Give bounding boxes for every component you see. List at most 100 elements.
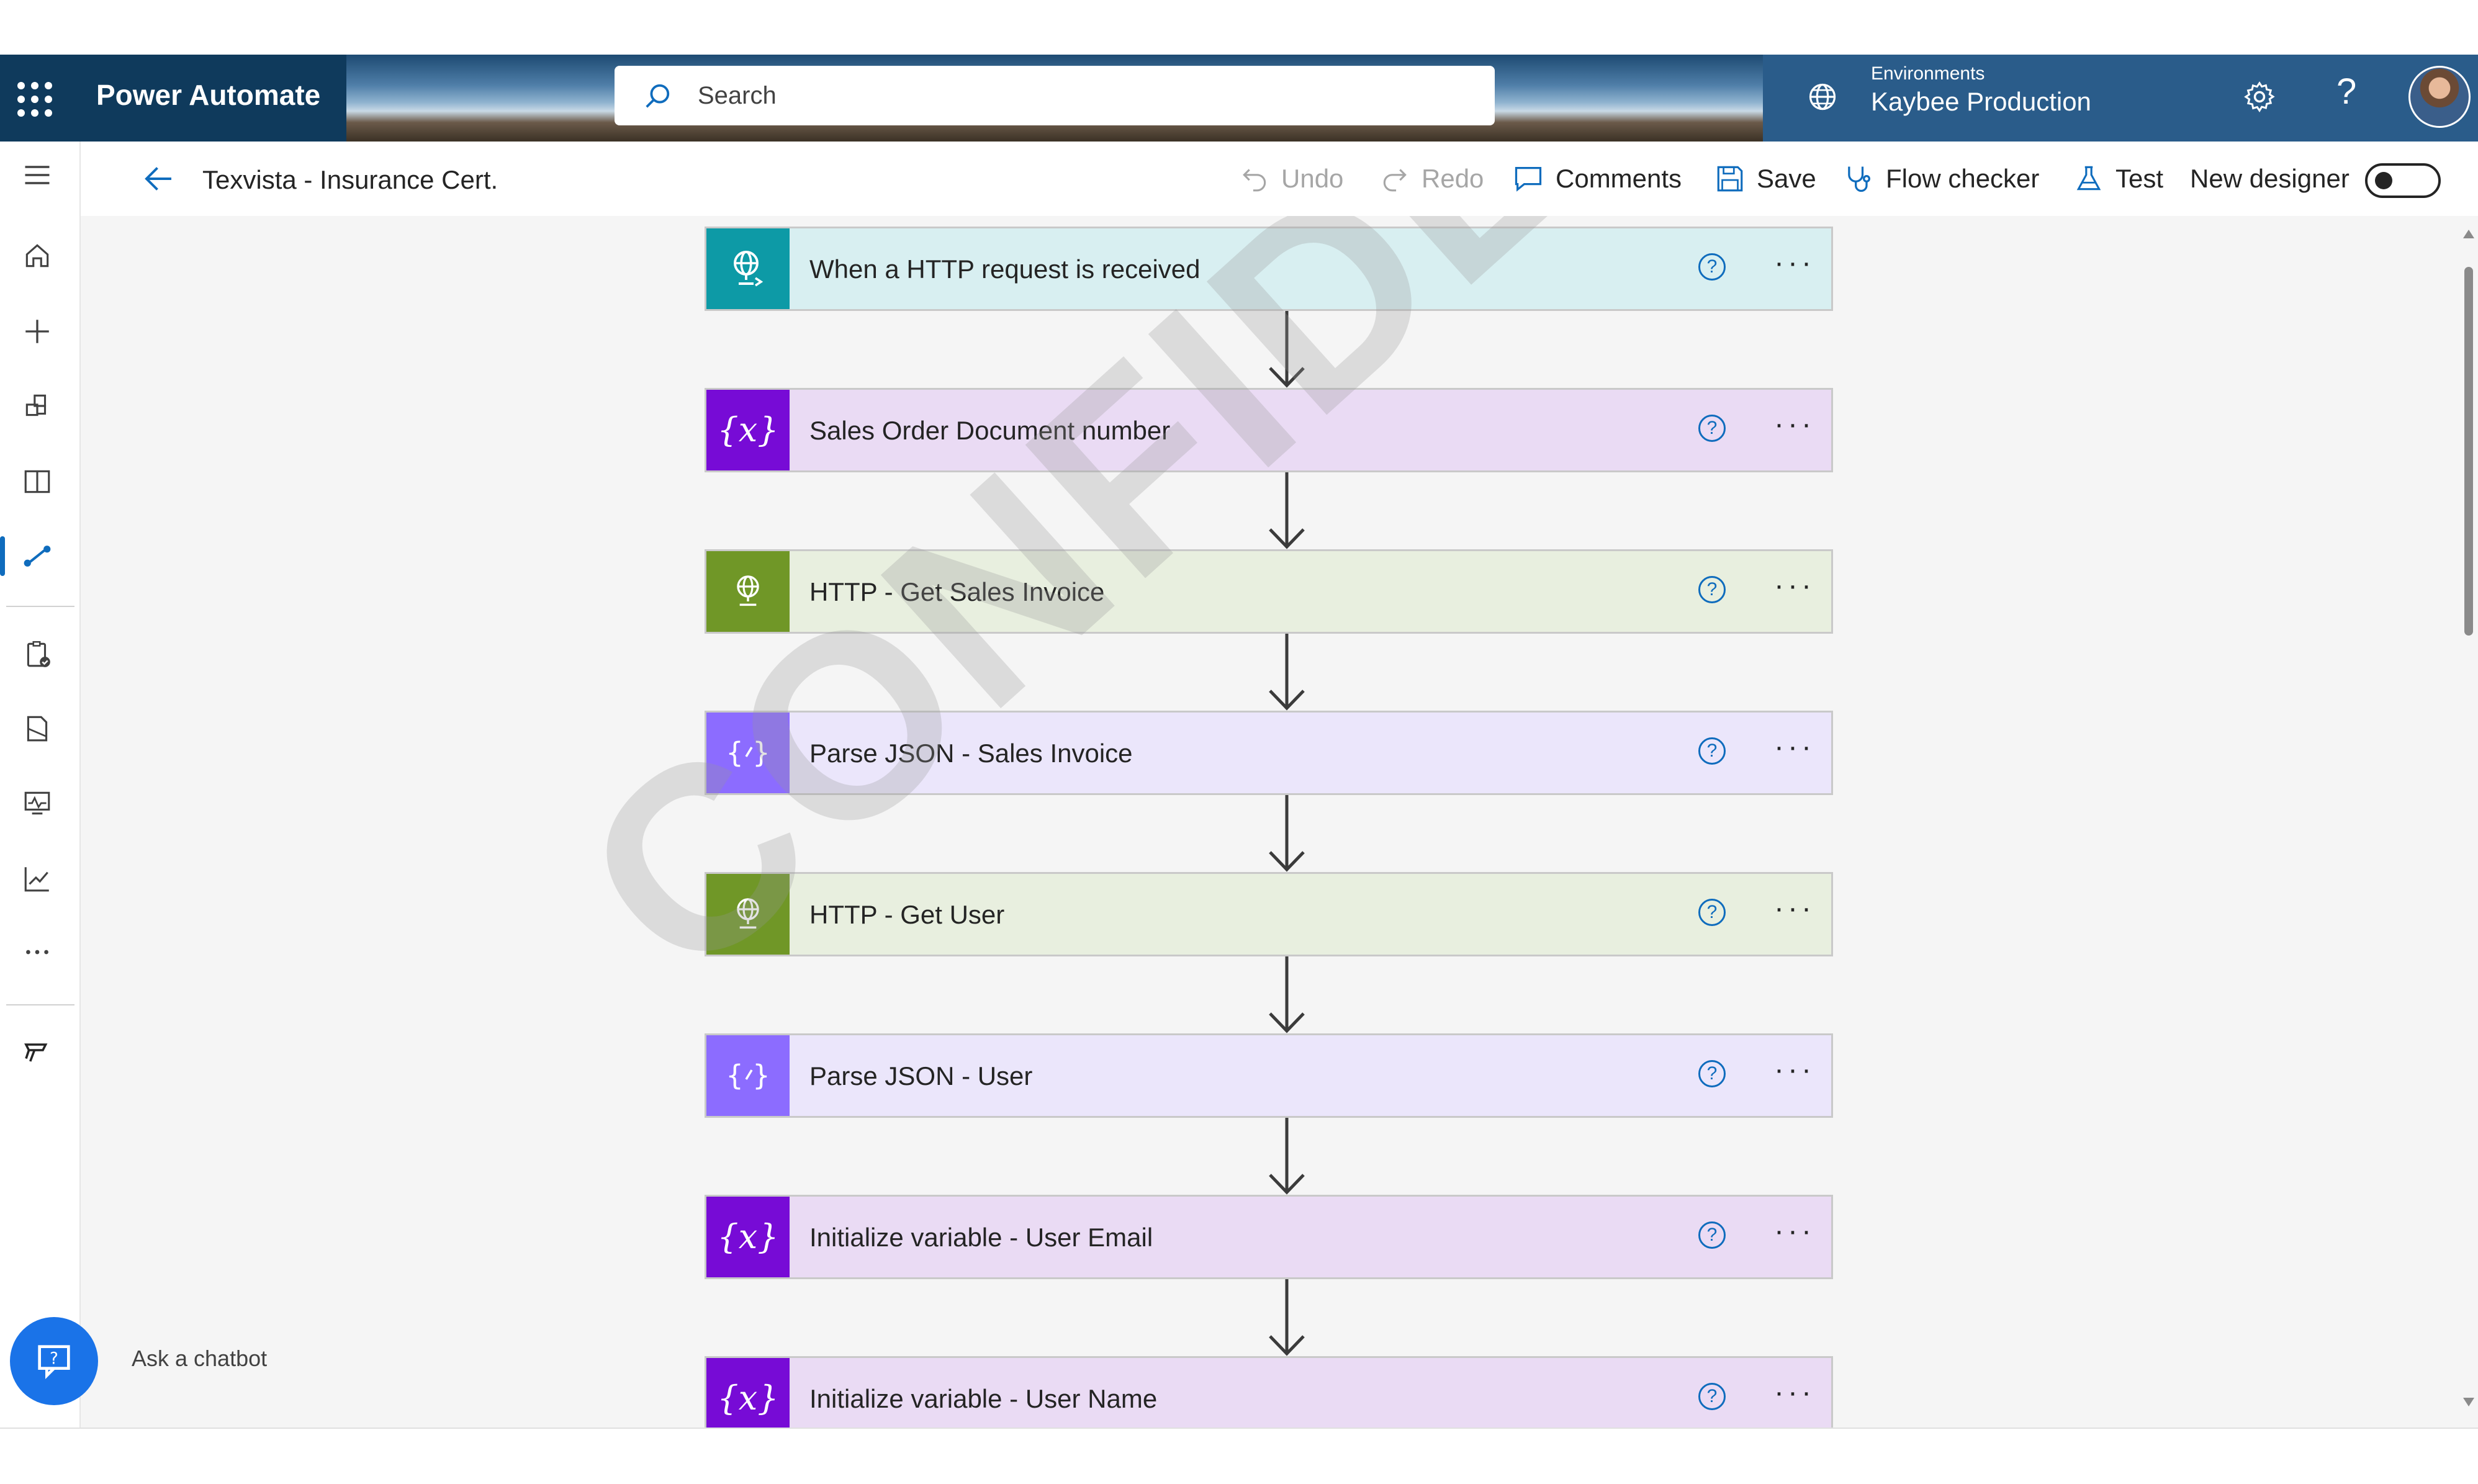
http-globe-icon: [706, 874, 790, 955]
undo-label: Undo: [1281, 164, 1344, 193]
svg-text:?: ?: [50, 1349, 58, 1368]
app-title[interactable]: Power Automate: [96, 78, 320, 112]
more-options-icon[interactable]: ···: [1774, 1375, 1815, 1410]
environment-label: Environments: [1871, 63, 1985, 84]
flow-step-card[interactable]: {x} Initialize variable - User Name? ···: [705, 1356, 1833, 1428]
monitor-icon[interactable]: [19, 785, 56, 822]
flow-step-title[interactable]: Parse JSON - Sales Invoice: [809, 739, 1133, 768]
undo-button[interactable]: Undo: [1239, 160, 1343, 197]
more-options-icon[interactable]: ···: [1774, 1214, 1815, 1248]
flow-step-title[interactable]: HTTP - Get User: [809, 900, 1004, 930]
help-icon[interactable]: ?: [1698, 737, 1726, 765]
book-icon[interactable]: [19, 463, 56, 500]
avatar[interactable]: [2408, 66, 2471, 128]
more-options-icon[interactable]: ···: [1774, 891, 1815, 925]
help-icon[interactable]: ?: [1698, 253, 1726, 281]
power-platform-icon[interactable]: [19, 1032, 56, 1069]
flow-name: Texvista - Insurance Cert.: [202, 165, 498, 194]
flow-icon[interactable]: [19, 537, 56, 575]
redo-label: Redo: [1421, 164, 1484, 193]
flow-step-title[interactable]: Initialize variable - User Name: [809, 1384, 1157, 1414]
app-launcher-icon[interactable]: [17, 82, 52, 117]
svg-text:{x}: {x}: [718, 1217, 778, 1256]
flow-connector-arrow: [1265, 634, 1309, 714]
comments-button[interactable]: Comments: [1512, 160, 1682, 197]
redo-icon: [1383, 169, 1407, 192]
flow-checker-button[interactable]: Flow checker: [1842, 160, 2039, 197]
flow-checker-label: Flow checker: [1886, 164, 2040, 193]
templates-icon[interactable]: [19, 387, 56, 425]
flow-step-title[interactable]: Sales Order Document number: [809, 416, 1170, 446]
flow-step-card[interactable]: HTTP - Get Sales Invoice? ···: [705, 549, 1833, 634]
hamburger-menu-icon[interactable]: [19, 156, 56, 194]
help-icon[interactable]: ?: [1698, 1383, 1726, 1410]
nav-selected-indicator: [0, 536, 5, 576]
flow-step-card[interactable]: { } Parse JSON - Sales Invoice? ···: [705, 711, 1833, 795]
save-button[interactable]: Save: [1714, 160, 1816, 197]
help-icon[interactable]: ?: [1698, 576, 1726, 603]
flow-connector-arrow: [1265, 956, 1309, 1037]
search-input[interactable]: Search: [698, 82, 777, 110]
redo-button[interactable]: Redo: [1379, 160, 1484, 197]
nav-divider: [6, 1004, 74, 1005]
more-options-icon[interactable]: ···: [1774, 246, 1815, 280]
more-options-icon[interactable]: ···: [1774, 730, 1815, 764]
new-designer-toggle[interactable]: [2365, 163, 2441, 198]
flow-step-title[interactable]: Parse JSON - User: [809, 1061, 1032, 1091]
solutions-icon[interactable]: [19, 710, 56, 747]
back-arrow-icon[interactable]: [140, 160, 178, 197]
flow-connector-arrow: [1265, 472, 1309, 552]
flow-step-title[interactable]: HTTP - Get Sales Invoice: [809, 577, 1104, 607]
undo-icon: [1243, 169, 1266, 192]
flow-connector-arrow: [1265, 795, 1309, 875]
canvas-scrollbar[interactable]: [2458, 216, 2478, 1428]
environment-name[interactable]: Kaybee Production: [1871, 87, 2091, 117]
help-icon[interactable]: ?: [1698, 415, 1726, 442]
clipboard-check-icon[interactable]: [19, 636, 56, 673]
help-icon[interactable]: ?: [1698, 899, 1726, 926]
flow-connector-arrow: [1265, 311, 1309, 391]
nav-divider: [6, 606, 74, 607]
help-icon[interactable]: ?: [1698, 1060, 1726, 1087]
flow-step-card[interactable]: HTTP - Get User? ···: [705, 872, 1833, 956]
test-label: Test: [2115, 164, 2164, 193]
http-globe-icon: [706, 551, 790, 632]
top-bar: Power Automate Search Environments Kaybe…: [0, 55, 2478, 142]
chatbot-label: Ask a chatbot: [124, 1342, 275, 1375]
more-icon[interactable]: [19, 933, 56, 971]
settings-gear-icon[interactable]: [2242, 79, 2277, 114]
variable-icon: {x}: [706, 1197, 790, 1277]
parse-json-icon: { }: [706, 1035, 790, 1116]
flow-step-title[interactable]: Initialize variable - User Email: [809, 1223, 1153, 1252]
help-icon[interactable]: ?: [1698, 1221, 1726, 1249]
home-icon[interactable]: [19, 237, 56, 274]
search-box[interactable]: Search: [615, 66, 1495, 125]
new-designer-label: New designer: [2190, 164, 2350, 193]
command-bar: Texvista - Insurance Cert. Undo Redo Com…: [81, 142, 2478, 216]
comments-label: Comments: [1556, 164, 1682, 193]
scrollbar-thumb[interactable]: [2464, 267, 2473, 636]
beaker-icon: [2076, 166, 2101, 191]
help-icon[interactable]: ?: [2336, 71, 2356, 112]
flow-step-card[interactable]: When a HTTP request is received? ···: [705, 227, 1833, 311]
svg-text:{x}: {x}: [718, 1378, 778, 1418]
save-label: Save: [1757, 164, 1816, 193]
chatbot-button[interactable]: ?: [10, 1317, 98, 1405]
more-options-icon[interactable]: ···: [1774, 1053, 1815, 1087]
test-button[interactable]: Test: [2073, 160, 2163, 197]
flow-canvas[interactable]: When a HTTP request is received? ··· {x} Sa…: [81, 216, 2458, 1428]
flow-step-title[interactable]: When a HTTP request is received: [809, 254, 1201, 284]
http-request-icon: [706, 228, 790, 309]
chart-icon[interactable]: [19, 860, 56, 897]
more-options-icon[interactable]: ···: [1774, 569, 1815, 603]
flow-step-card[interactable]: {x} Initialize variable - User Email? ···: [705, 1195, 1833, 1279]
flow-step-card[interactable]: { } Parse JSON - User? ···: [705, 1033, 1833, 1118]
variable-icon: {x}: [706, 1358, 790, 1428]
plus-icon[interactable]: [19, 313, 56, 350]
flow-connector-arrow: [1265, 1279, 1309, 1359]
flow-step-card[interactable]: {x} Sales Order Document number? ···: [705, 388, 1833, 472]
chatbot-icon: ?: [38, 1345, 70, 1379]
variable-icon: {x}: [706, 390, 790, 470]
more-options-icon[interactable]: ···: [1774, 407, 1815, 441]
environment-area: [1763, 55, 2478, 142]
